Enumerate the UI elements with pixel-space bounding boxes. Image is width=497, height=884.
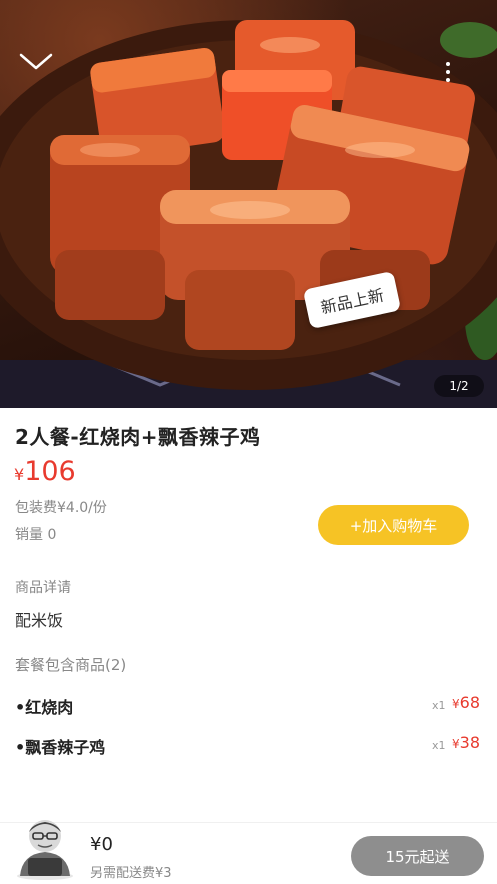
combo-label: 套餐包含商品(2) [15,656,127,674]
combo-item-qty: x1 [432,699,446,712]
delivery-fee: 另需配送费¥3 [90,866,172,881]
cart-mascot-icon [17,820,73,880]
packing-fee: 包装费¥4.0/份 [15,500,107,516]
braised-pork-photo [0,20,497,408]
price-value: 106 [24,456,76,487]
more-vertical-icon [446,62,450,66]
cart-total: ¥0 [90,834,113,855]
combo-item: •红烧肉 x1 ¥68 [0,690,497,720]
back-button[interactable] [18,52,58,84]
more-options-button[interactable] [436,56,460,88]
cart-button[interactable] [14,814,76,880]
details-label: 商品详请 [15,580,71,596]
combo-item-name: •飘香辣子鸡 [15,738,106,757]
sales-count: 销量 0 [15,527,57,543]
cart-bar: ¥0 另需配送费¥3 15元起送 [0,820,497,884]
combo-item-price: ¥38 [452,733,480,752]
price-currency: ¥ [14,465,25,484]
combo-item-price: ¥68 [452,693,480,712]
chevron-down-icon [19,53,53,70]
add-to-cart-button[interactable]: +加入购物车 [318,505,469,545]
combo-item: •飘香辣子鸡 x1 ¥38 [0,730,497,760]
details-text: 配米饭 [15,611,64,630]
product-price: ¥106 [14,456,76,487]
image-pager: 1/2 [434,375,484,397]
combo-item-qty: x1 [432,739,446,752]
combo-item-name: •红烧肉 [15,698,74,717]
product-title: 2人餐-红烧肉+飘香辣子鸡 [15,425,261,449]
product-image[interactable]: 新品上新 1/2 [0,0,497,408]
min-order-button[interactable]: 15元起送 [351,836,484,876]
